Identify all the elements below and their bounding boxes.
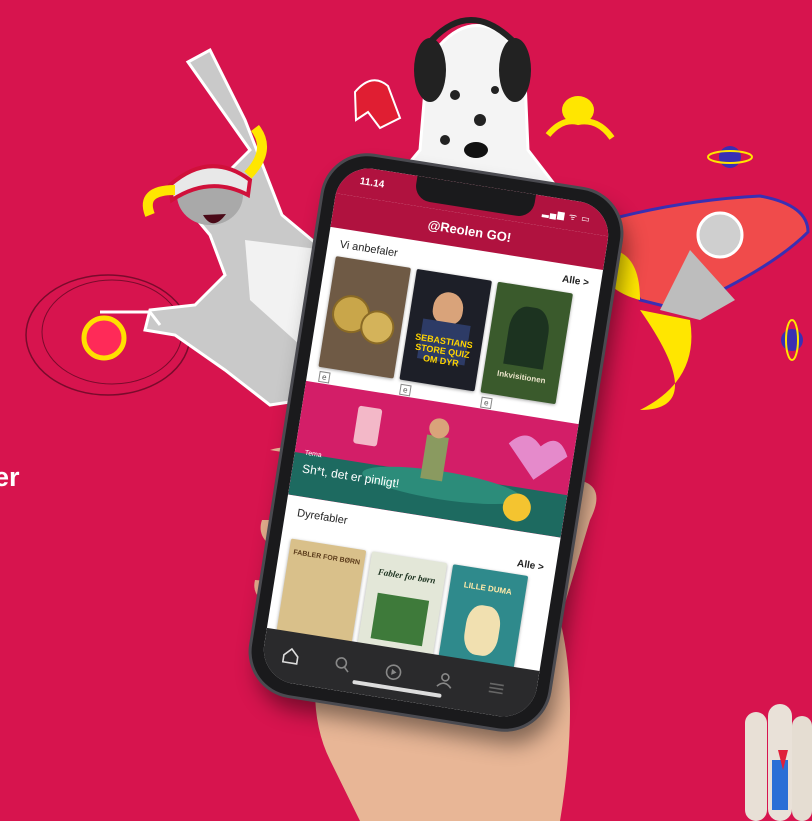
red-dog-doodle (353, 79, 402, 130)
search-icon[interactable] (331, 653, 354, 676)
book-cover[interactable]: Inkvisitionen (480, 281, 573, 405)
profile-icon[interactable] (433, 669, 456, 692)
cover-figure (503, 304, 553, 370)
section-title-dyrefabler: Dyrefabler (296, 507, 349, 528)
see-all-link[interactable]: Alle > (516, 558, 544, 573)
ebook-badge: e (318, 370, 331, 384)
section-title-vi-anbefaler: Vi anbefaler (338, 238, 399, 260)
book-title: LILLE DUMA (463, 580, 513, 597)
book-cover[interactable] (318, 256, 411, 379)
rocket-illustration (590, 194, 810, 410)
book-title: FABLER FOR BØRN (292, 549, 361, 567)
finger-puppets-illustration (745, 704, 812, 821)
coins-cover-art (332, 295, 395, 345)
cover-illustration (370, 592, 430, 647)
target-circles-decoration (25, 274, 191, 396)
side-heading-fragment: er (0, 462, 20, 492)
octopus-doodle (545, 96, 615, 140)
home-icon[interactable] (279, 644, 302, 667)
book-title: Fabler for børn (377, 566, 437, 586)
book-cover[interactable]: SEBASTIANS STORE QUIZ OM DYR (399, 268, 492, 392)
book-title: Inkvisitionen (496, 368, 547, 386)
cover-character (461, 603, 503, 658)
ebook-badge: e (399, 383, 412, 397)
ebook-badge: e (480, 396, 493, 410)
menu-icon[interactable] (485, 677, 508, 700)
book-row-recommended: SEBASTIANS STORE QUIZ OM DYR Inkvisition… (318, 256, 573, 405)
status-time: 11.14 (359, 175, 385, 191)
status-icons: ▂▄▆ ᯤ ▭ (541, 206, 592, 225)
play-icon[interactable] (382, 661, 405, 684)
see-all-link[interactable]: Alle > (561, 274, 589, 289)
